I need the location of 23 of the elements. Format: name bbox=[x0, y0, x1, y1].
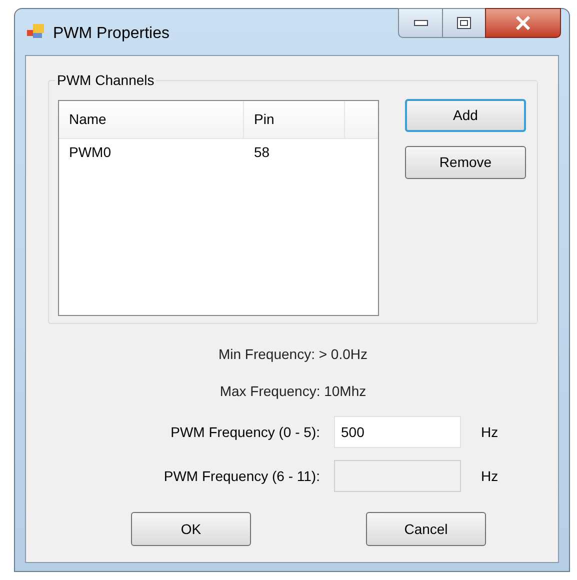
maximize-button[interactable] bbox=[443, 8, 485, 38]
minimize-icon bbox=[414, 20, 428, 26]
info-text: Min Frequency: > 0.0Hz bbox=[218, 345, 368, 364]
dialog-button[interactable]: Cancel bbox=[366, 512, 486, 546]
unit-label: Hz bbox=[481, 422, 498, 442]
action-button[interactable]: Add bbox=[405, 99, 526, 132]
minimize-button[interactable] bbox=[398, 8, 443, 38]
action-button[interactable]: Remove bbox=[405, 146, 526, 179]
table-cell-text: PWM0 bbox=[68, 142, 112, 162]
table-cell-text: 58 bbox=[253, 142, 271, 162]
dialog-button[interactable]: OK bbox=[131, 512, 251, 546]
column-header[interactable]: Pin bbox=[244, 101, 345, 138]
unit-label: Hz bbox=[481, 466, 498, 486]
info-text: Max Frequency: 10Mhz bbox=[220, 382, 366, 401]
column-header[interactable]: Name bbox=[59, 101, 244, 138]
close-icon bbox=[515, 16, 531, 30]
close-button[interactable] bbox=[485, 8, 561, 38]
field-label: PWM Frequency (0 - 5): bbox=[170, 422, 320, 442]
app-icon bbox=[27, 23, 45, 39]
maximize-icon bbox=[457, 17, 471, 29]
window-title: PWM Properties bbox=[53, 24, 170, 44]
frequency-field[interactable]: 500 bbox=[334, 416, 461, 448]
field-label: PWM Frequency (6 - 11): bbox=[162, 466, 320, 486]
